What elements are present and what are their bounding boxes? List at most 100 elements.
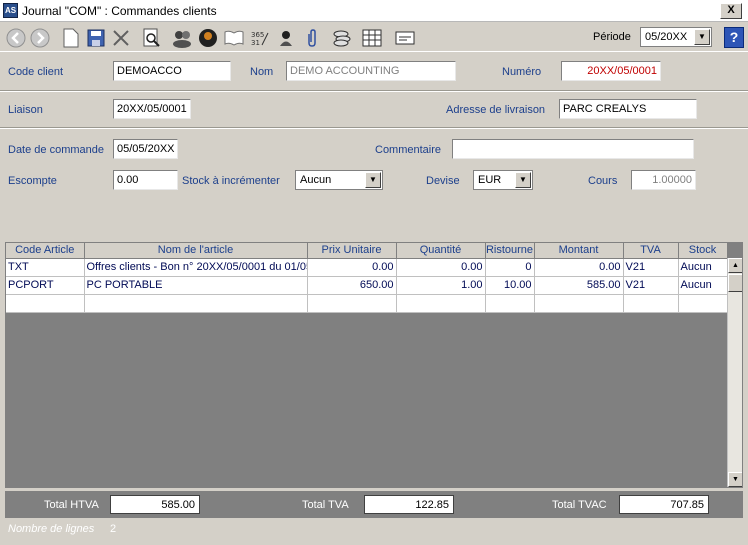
column-header[interactable]: Montant [534,243,624,259]
code-client-field[interactable]: DEMOACCO [113,61,231,81]
code-client-label: Code client [8,66,64,78]
table-cell[interactable]: Aucun [678,258,728,277]
book-icon[interactable] [223,27,245,49]
table-cell[interactable] [84,294,308,313]
nom-label: Nom [250,66,274,78]
periode-select[interactable]: 05/20XX ▼ [640,27,712,47]
table-cell[interactable]: Offres clients - Bon n° 20XX/05/0001 du … [84,258,308,277]
date-label: Date de commande [8,144,104,156]
periode-value: 05/20XX [645,31,688,43]
scroll-thumb[interactable] [728,274,742,292]
table-cell[interactable] [534,294,624,313]
users-icon[interactable] [171,27,193,49]
totals-bar: Total HTVA 585.00 Total TVA 122.85 Total… [5,491,743,518]
total-tvac-label: Total TVAC [552,499,607,511]
liaison-label: Liaison [8,104,43,116]
table-row[interactable]: TXT Offres clients - Bon n° 20XX/05/0001… [6,258,728,277]
periode-label: Période [593,31,631,43]
table-cell[interactable]: 0.00 [534,258,624,277]
title-bar: AS Journal "COM" : Commandes clients X [0,0,748,22]
app-icon: AS [3,3,18,18]
grid-icon[interactable] [361,27,383,49]
vertical-scrollbar[interactable]: ▲ ▼ [727,258,742,487]
table-cell[interactable]: TXT [6,258,85,277]
help-button[interactable]: ? [724,27,744,48]
table-cell[interactable]: 1.00 [396,276,486,295]
table-cell[interactable]: 10.00 [485,276,535,295]
person-icon[interactable] [275,27,297,49]
table-cell[interactable] [485,294,535,313]
scroll-down-icon[interactable]: ▼ [728,472,742,487]
window-title: Journal "COM" : Commandes clients [22,4,217,18]
table-row[interactable] [6,294,728,313]
new-document-icon[interactable] [60,27,82,49]
numero-label: Numéro [502,66,542,78]
column-header[interactable]: TVA [623,243,679,259]
stock-select[interactable]: Aucun ▼ [295,170,383,190]
table-cell[interactable]: 0 [485,258,535,277]
chevron-down-icon[interactable]: ▼ [365,172,381,188]
cours-label: Cours [588,175,618,187]
separator [0,127,748,129]
total-tvac-field: 707.85 [619,495,709,514]
chevron-down-icon[interactable]: ▼ [515,172,531,188]
liaison-field[interactable]: 20XX/05/0001 [113,99,191,119]
devise-select-value: EUR [478,174,502,186]
table-cell[interactable]: PCPORT [6,276,85,295]
card-icon[interactable] [394,27,416,49]
table-cell[interactable] [307,294,397,313]
delete-icon[interactable] [110,27,132,49]
column-header[interactable]: Code Article [6,243,85,259]
escompte-label: Escompte [8,175,57,187]
devise-label: Devise [426,175,460,187]
total-htva-field: 585.00 [110,495,200,514]
column-header[interactable]: Quantité [396,243,486,259]
stock-label: Stock à incrémenter [182,175,280,187]
commentaire-label: Commentaire [375,144,442,156]
save-icon[interactable] [85,27,107,49]
table-cell[interactable]: V21 [623,276,679,295]
table-cell[interactable]: PC PORTABLE [84,276,308,295]
line-count-value: 2 [110,523,117,535]
devise-select[interactable]: EUR ▼ [473,170,533,190]
dark-user-icon[interactable] [197,27,219,49]
table-cell[interactable]: V21 [623,258,679,277]
commentaire-field[interactable] [452,139,694,159]
column-header[interactable]: Ristourne [485,243,535,259]
table-cell[interactable] [623,294,679,313]
escompte-field[interactable]: 0.00 [113,170,178,190]
table-cell[interactable] [678,294,728,313]
table-cell[interactable]: 0.00 [396,258,486,277]
nom-field[interactable]: DEMO ACCOUNTING [286,61,456,81]
calendar-icon[interactable]: 365 31 [249,27,271,49]
date-field[interactable]: 05/05/20XX [113,139,178,159]
forward-icon[interactable] [29,27,51,49]
table-header-row: Code Article Nom de l'article Prix Unita… [6,243,728,259]
column-header[interactable]: Prix Unitaire [307,243,397,259]
line-count-label: Nombre de lignes [8,523,95,535]
column-header[interactable]: Stock [678,243,728,259]
svg-text:31: 31 [251,39,260,47]
coins-icon[interactable] [331,27,353,49]
table-cell[interactable]: 0.00 [307,258,397,277]
table-cell[interactable] [396,294,486,313]
adresse-field[interactable]: PARC CREALYS [559,99,697,119]
numero-field[interactable]: 20XX/05/0001 [561,61,661,81]
chevron-down-icon[interactable]: ▼ [694,29,710,45]
table-cell[interactable] [6,294,85,313]
attach-icon[interactable] [301,27,323,49]
cours-field[interactable]: 1.00000 [631,170,696,190]
table-cell[interactable]: 650.00 [307,276,397,295]
scroll-up-icon[interactable]: ▲ [728,258,742,273]
table-cell[interactable]: Aucun [678,276,728,295]
column-header[interactable]: Nom de l'article [84,243,308,259]
table-cell[interactable]: 585.00 [534,276,624,295]
adresse-label: Adresse de livraison [446,104,546,116]
total-tva-field: 122.85 [364,495,454,514]
table-row[interactable]: PCPORT PC PORTABLE 650.00 1.00 10.00 585… [6,276,728,295]
stock-select-value: Aucun [300,174,332,186]
back-icon[interactable] [5,27,27,49]
order-lines-grid: Code Article Nom de l'article Prix Unita… [5,242,743,488]
close-button[interactable]: X [720,3,742,19]
preview-icon[interactable] [141,27,163,49]
